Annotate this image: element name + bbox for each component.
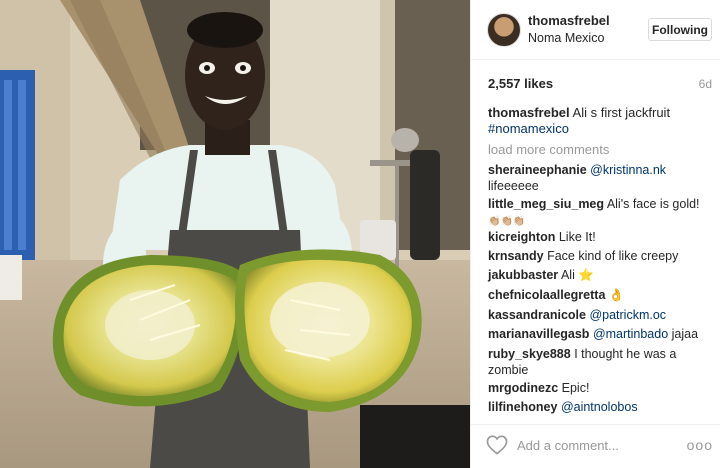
comment-username[interactable]: marianavillegasb <box>488 327 589 341</box>
comment-username[interactable]: krnsandy <box>488 249 544 263</box>
comment-text: lifeeeeee <box>488 179 539 193</box>
comment-text: Face kind of like creepy <box>547 249 679 263</box>
comment-mention[interactable]: @aintnolobos <box>561 400 638 414</box>
likes-count[interactable]: 2,557 likes <box>488 76 553 91</box>
comment-username[interactable]: little_meg_siu_meg <box>488 197 604 211</box>
post-caption: thomasfrebel Ali s first jackfruit #noma… <box>488 105 713 137</box>
comment-footer: ooo <box>471 424 720 468</box>
comment: kicreighton Like It! <box>488 229 713 245</box>
comment-username[interactable]: kicreighton <box>488 230 555 244</box>
comment-text: Ali ⭐ <box>560 268 594 282</box>
more-options-icon[interactable]: ooo <box>687 437 713 453</box>
comment: jakubbaster Ali ⭐ <box>488 267 713 283</box>
instagram-post: thomasfrebel Noma Mexico Following 2,557… <box>0 0 720 468</box>
post-photo[interactable] <box>0 0 470 468</box>
post-age[interactable]: 6d <box>699 77 712 91</box>
comment-username[interactable]: kassandranicole <box>488 308 586 322</box>
comment-text: Ali's face is gold! <box>606 197 700 211</box>
comment-username[interactable]: ruby_skye888 <box>488 347 571 361</box>
caption-username[interactable]: thomasfrebel <box>488 105 570 120</box>
comment: little_meg_siu_meg Ali's face is gold! 👏… <box>488 196 713 230</box>
load-more-comments-link[interactable]: load more comments <box>488 142 609 157</box>
comment-username[interactable]: sheraineephanie <box>488 163 587 177</box>
comment: kassandranicole @patrickm.oc <box>488 307 713 323</box>
comment: lilfinehoney @aintnolobos <box>488 399 713 415</box>
comment-mention[interactable]: @martinbado <box>593 327 668 341</box>
comment-text: Like It! <box>558 230 596 244</box>
clap-emoji: 👏🏼👏🏼👏🏼 <box>488 216 526 227</box>
comment-mention[interactable]: @patrickm.oc <box>589 308 666 322</box>
comment: mrgodinezc Epic! <box>488 380 713 396</box>
comment: ruby_skye888 I thought he was a zombie <box>488 346 713 378</box>
username-link[interactable]: thomasfrebel <box>528 13 610 28</box>
ok-hand-emoji: 👌 <box>608 288 625 302</box>
caption-hashtag[interactable]: #nomamexico <box>488 121 569 136</box>
caption-text: Ali s first jackfruit <box>572 105 671 120</box>
comment: sheraineephanie @kristinna.nk lifeeeeee <box>488 162 713 194</box>
comment: marianavillegasb @martinbado jajaa <box>488 326 713 342</box>
avatar[interactable] <box>487 13 521 47</box>
comment: chefnicolaallegretta 👌 <box>488 287 713 303</box>
photo-illustration <box>0 0 470 468</box>
comment-username[interactable]: chefnicolaallegretta <box>488 288 605 302</box>
post-side-panel: thomasfrebel Noma Mexico Following 2,557… <box>470 0 720 468</box>
comment: krnsandy Face kind of like creepy <box>488 248 713 264</box>
comment-username[interactable]: jakubbaster <box>488 268 558 282</box>
post-header: thomasfrebel Noma Mexico Following <box>471 0 720 60</box>
add-comment-input[interactable] <box>517 438 667 453</box>
comment-username[interactable]: lilfinehoney <box>488 400 557 414</box>
heart-outline-icon[interactable] <box>486 435 508 455</box>
following-button[interactable]: Following <box>648 18 712 41</box>
location-link[interactable]: Noma Mexico <box>528 31 604 45</box>
comment-text: Epic! <box>561 381 590 395</box>
comment-text: jajaa <box>671 327 699 341</box>
comment-mention[interactable]: @kristinna.nk <box>590 163 666 177</box>
comment-username[interactable]: mrgodinezc <box>488 381 558 395</box>
